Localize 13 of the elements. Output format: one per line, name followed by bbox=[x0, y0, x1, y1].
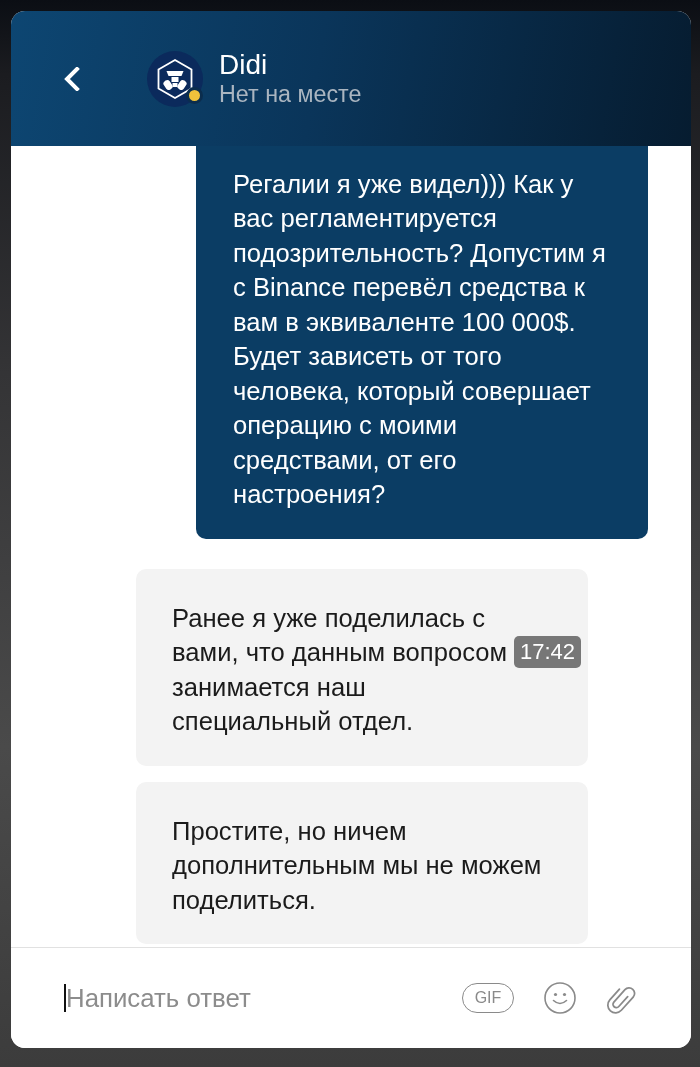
message-text: Регалии я уже видел))) Как у вас регламентируется подозрительность? Допустим я с Binance перевёл средства к вам в эквиваленте 100 000$. Будет зависеть от того человека, который совершает операцию с моими средствами, от его настроения? bbox=[233, 168, 607, 510]
smiley-icon bbox=[544, 982, 576, 1014]
back-button[interactable] bbox=[63, 66, 80, 91]
hexagon-logo-icon bbox=[147, 50, 203, 107]
message-text: Ранее я уже поделилась с вами, что данным вопросом занимается наш специальный отдел. bbox=[172, 602, 509, 737]
message-timestamp: 17:42 bbox=[513, 635, 581, 668]
emoji-button[interactable] bbox=[544, 982, 576, 1014]
message-text: Простите, но ничем дополнительным мы не можем поделиться. bbox=[172, 815, 543, 916]
chevron-left-icon bbox=[63, 66, 80, 91]
reply-input-field[interactable]: Написать ответ bbox=[66, 982, 442, 1014]
contact-name: Didi bbox=[219, 49, 269, 81]
contact-status-text: Нет на месте bbox=[219, 81, 362, 108]
gif-button[interactable]: GIF bbox=[462, 983, 514, 1013]
